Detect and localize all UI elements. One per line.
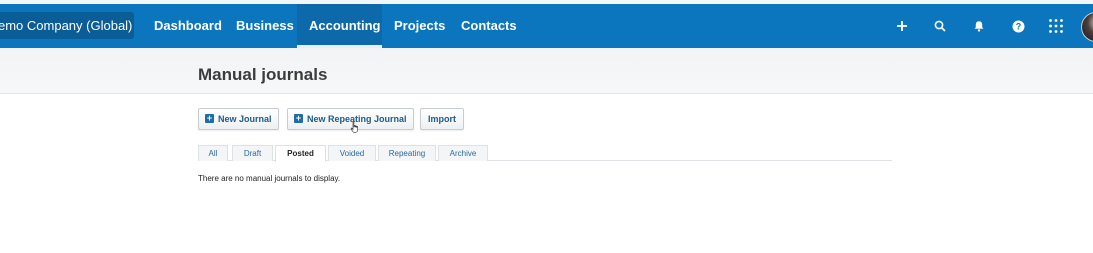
bell-icon[interactable] [969, 16, 989, 36]
tab-repeating[interactable]: Repeating [378, 145, 436, 161]
tab-draft[interactable]: Draft [232, 145, 273, 161]
tab-posted[interactable]: Posted [275, 145, 326, 162]
nav-projects[interactable]: Projects [394, 4, 445, 48]
avatar[interactable] [1081, 12, 1093, 42]
page-title: Manual journals [198, 65, 328, 84]
plus-icon: + [294, 113, 303, 124]
new-journal-button[interactable]: + New Journal [198, 108, 279, 130]
svg-text:?: ? [1015, 21, 1021, 31]
nav-business[interactable]: Business [236, 4, 294, 48]
org-switcher[interactable]: emo Company (Global) [0, 12, 134, 39]
nav-accounting-label: Accounting [309, 18, 381, 33]
org-name: emo Company (Global) [0, 18, 133, 33]
empty-state-message: There are no manual journals to display. [198, 174, 341, 183]
nav-contacts[interactable]: Contacts [461, 4, 517, 48]
nav-dashboard[interactable]: Dashboard [154, 4, 222, 48]
new-journal-label: New Journal [218, 114, 272, 124]
apps-grid-icon[interactable] [1046, 16, 1066, 36]
top-navbar: emo Company (Global) Dashboard Business … [0, 4, 1093, 48]
hand-cursor-icon [350, 121, 358, 133]
tab-all[interactable]: All [198, 145, 228, 161]
help-icon[interactable]: ? [1008, 16, 1028, 36]
plus-icon: + [205, 113, 214, 124]
import-label: Import [428, 114, 456, 124]
search-icon[interactable] [930, 16, 950, 36]
tab-voided[interactable]: Voided [328, 145, 376, 161]
page-header: Manual journals [0, 48, 1093, 94]
import-button[interactable]: Import [420, 108, 464, 130]
nav-accounting[interactable]: Accounting [297, 4, 382, 48]
tab-archive[interactable]: Archive [438, 145, 488, 161]
plus-icon[interactable] [892, 16, 912, 36]
